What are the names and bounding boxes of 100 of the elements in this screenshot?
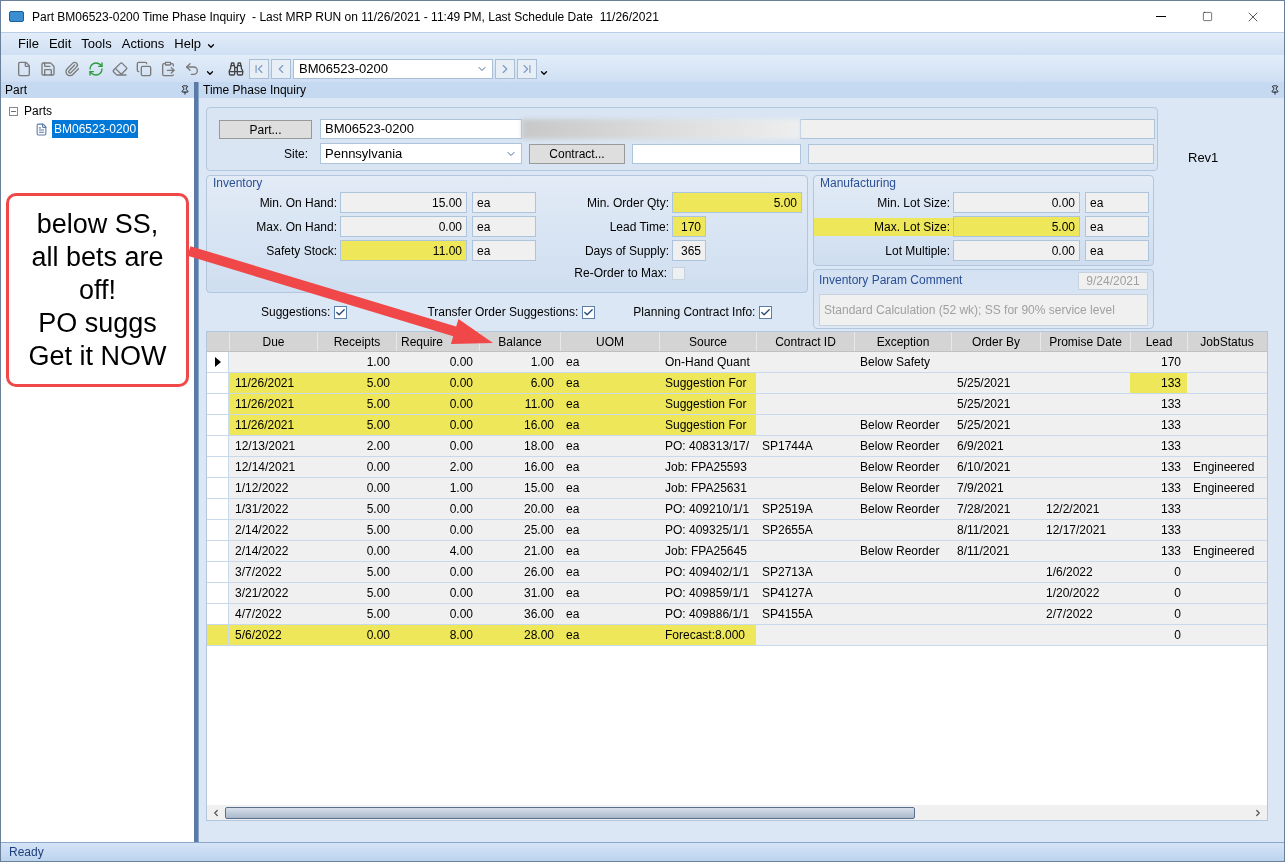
previous-button[interactable]	[271, 58, 291, 79]
uom-field[interactable]: ea	[472, 240, 536, 261]
checkbox[interactable]	[334, 305, 348, 319]
uom-field[interactable]: ea	[1085, 216, 1149, 237]
check-icon	[760, 306, 772, 318]
column-header[interactable]: Lead	[1145, 332, 1173, 351]
table-cell: 11/26/2021	[229, 415, 317, 435]
expander[interactable]	[9, 106, 18, 116]
menu-item[interactable]: Edit	[43, 34, 77, 54]
number-field[interactable]: 5.00	[672, 192, 802, 213]
tree-item[interactable]: Parts	[22, 102, 54, 120]
table-cell-text: Engineered	[1192, 480, 1256, 497]
field-label: Lot Multiple:	[884, 242, 951, 260]
column-header[interactable]: Due	[262, 332, 285, 351]
table-cell-text: ea	[565, 522, 581, 539]
column-header[interactable]: Receipts	[333, 332, 381, 351]
number-field[interactable]: 15.00	[340, 192, 467, 213]
number-field[interactable]: 11.00	[340, 240, 467, 261]
column-header[interactable]: Balance	[498, 332, 542, 351]
column-header[interactable]: Source	[689, 332, 727, 351]
table-cell-text: 133	[1159, 396, 1182, 413]
part-field[interactable]: BM06523-0200	[320, 119, 522, 139]
table-cell-text: 0.00	[448, 501, 474, 518]
contract-field[interactable]	[632, 143, 801, 164]
menu-item[interactable]: Help	[169, 34, 207, 54]
last-button[interactable]	[517, 58, 537, 79]
table-cell-text: Below Reorder	[859, 438, 941, 455]
column-header[interactable]: JobStatus	[1200, 332, 1254, 351]
number-field[interactable]: 0.00	[953, 240, 1080, 261]
menu-item[interactable]: File	[13, 34, 44, 54]
table-cell-text: ea	[565, 564, 581, 581]
table-cell-text: 26.00	[522, 564, 555, 581]
column-header[interactable]: Promise Date	[1049, 332, 1122, 351]
column-header[interactable]: Contract ID	[775, 332, 836, 351]
contract-description-field[interactable]	[808, 143, 1154, 164]
part-button[interactable]: Part...	[219, 119, 312, 139]
column-header[interactable]: Require	[401, 332, 444, 351]
table-cell-text: Engineered	[1192, 459, 1256, 476]
table-cell: 11/26/2021	[229, 394, 317, 414]
table-cell-text: Below Safety	[859, 354, 932, 371]
part-combo[interactable]: BM06523-0200	[293, 58, 493, 79]
row-selector[interactable]	[207, 352, 229, 372]
group-title: Inventory Param Comment	[819, 272, 963, 289]
column-header[interactable]: Exception	[876, 332, 930, 351]
table-cell-text: Job: FPA25593	[664, 459, 748, 476]
number-field[interactable]: 0.00	[953, 192, 1080, 213]
table-cell-text: 2.00	[365, 438, 391, 455]
checkbox[interactable]	[582, 305, 596, 319]
table-cell-text: 0	[1173, 606, 1182, 623]
field-label: Max. On Hand:	[255, 218, 338, 236]
table-cell-text: 15.00	[522, 480, 555, 497]
table-cell-text: ea	[565, 459, 581, 476]
table-cell: Suggestion For	[659, 394, 756, 414]
table-cell: 5.00	[317, 415, 396, 435]
table-cell-text: ea	[565, 606, 581, 623]
revision: Rev1	[1188, 149, 1219, 167]
scroll-left-icon[interactable]	[211, 807, 221, 818]
checkbox[interactable]	[759, 305, 773, 319]
uom-field[interactable]: ea	[1085, 240, 1149, 261]
contract-button[interactable]: Contract...	[529, 143, 625, 164]
number-field[interactable]: 365	[672, 240, 706, 261]
table-cell-text: 133	[1159, 417, 1182, 434]
table-cell-text: 5.00	[365, 501, 391, 518]
table-cell-text: 0	[1173, 585, 1182, 602]
table-cell-text: SP1744A	[761, 438, 814, 455]
table-cell-text: Engineered	[1192, 543, 1256, 560]
table-cell-text: 2/14/2022	[234, 522, 290, 539]
number-field[interactable]: 5.00	[953, 216, 1080, 237]
callout-note: below SS, all bets are off! PO suggs Get it NOW	[6, 193, 189, 387]
table-cell: ea	[560, 373, 659, 393]
number-field[interactable]: 170	[672, 216, 706, 237]
table-cell: 0.00	[396, 373, 479, 393]
tree-item[interactable]: BM06523-0200	[52, 120, 139, 138]
table-cell-text: 0.00	[365, 459, 391, 476]
scroll-right-icon[interactable]	[1253, 807, 1263, 818]
uom-field[interactable]: ea	[1085, 192, 1149, 213]
scrollbar-thumb[interactable]	[225, 806, 915, 819]
site-combo[interactable]: Pennsylvania	[320, 143, 522, 164]
pin-icon	[1270, 85, 1280, 95]
horizontal-scrollbar[interactable]	[207, 805, 1267, 820]
column-header[interactable]: UOM	[596, 332, 624, 351]
column-header[interactable]: Order By	[972, 332, 1020, 351]
group-title: Inventory	[212, 176, 264, 190]
table-cell-text: 0	[1173, 627, 1182, 644]
table-cell-text: 5.00	[365, 606, 391, 623]
uom-field[interactable]: ea	[472, 192, 536, 213]
table-cell: 11/26/2021	[229, 373, 317, 393]
next-button[interactable]	[495, 58, 515, 79]
table-cell-text: 133	[1159, 480, 1182, 497]
uom-field[interactable]: ea	[472, 216, 536, 237]
number-field[interactable]: 0.00	[340, 216, 467, 237]
table-cell-text: 0.00	[448, 354, 474, 371]
table-cell-text: 31.00	[522, 585, 555, 602]
table-cell-text: Below Reorder	[859, 480, 941, 497]
menu-item[interactable]: Actions	[116, 34, 170, 54]
field-label: Min. Order Qty:	[586, 194, 670, 212]
field-label: Lead Time:	[608, 218, 670, 236]
description-field[interactable]	[800, 119, 1155, 139]
table-cell-text: PO: 409886/1/1	[664, 606, 751, 623]
menu-item[interactable]: Tools	[76, 34, 117, 54]
